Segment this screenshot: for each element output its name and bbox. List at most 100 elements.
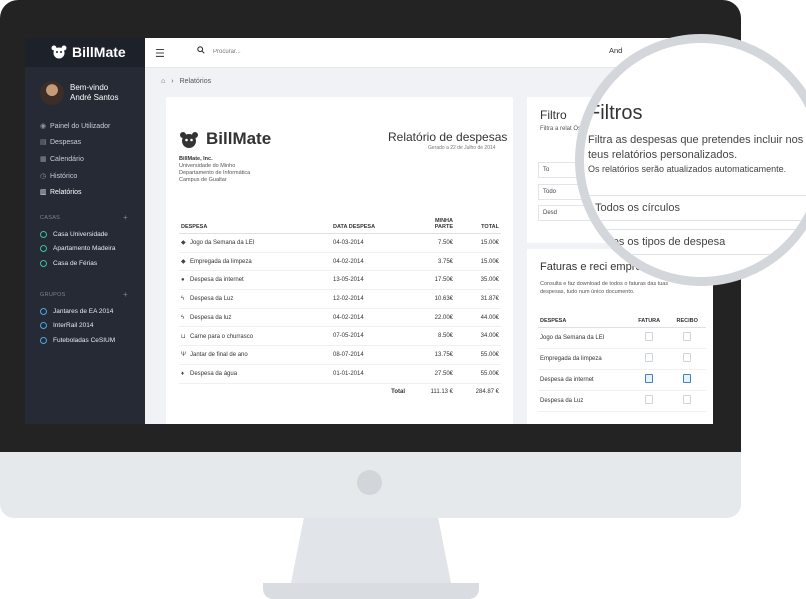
monitor-stand	[291, 518, 451, 583]
home-icon[interactable]: ⌂	[161, 78, 165, 85]
download-document-icon[interactable]	[683, 374, 692, 383]
expense-name: Jogo da Semana da LEI	[190, 240, 255, 247]
sidebar-group-item[interactable]: Jantares de EA 2014	[40, 305, 144, 317]
table-row: ◆ Empregada da limpeza 04-02-2014 3.75€ 1…	[179, 252, 501, 272]
document-icon	[683, 353, 692, 362]
expense-total: 34.00€	[455, 326, 501, 347]
sidebar-item-reports[interactable]: ▥ Relatórios	[40, 186, 140, 198]
circle-icon	[40, 321, 47, 329]
search-icon[interactable]	[197, 46, 205, 54]
welcome-block: Bem-vindo André Santos	[70, 83, 118, 103]
receipt-icon: ▤	[40, 139, 47, 146]
bolt-icon: ϟ	[181, 295, 185, 302]
sidebar-item-history[interactable]: ◷ Histórico	[40, 170, 140, 182]
expense-share: 22.00€	[407, 308, 455, 328]
expense-share: 10.63€	[407, 289, 455, 309]
house-label: Apartamento Madeira	[53, 244, 116, 252]
house-label: Casa de Férias	[53, 259, 98, 267]
circle-icon	[40, 259, 47, 267]
document-icon	[683, 332, 692, 341]
expense-share: 13.75€	[407, 345, 455, 365]
dashboard-icon: ◉	[40, 123, 47, 130]
add-group-icon[interactable]: +	[123, 290, 128, 299]
col-expense: DESPESA	[179, 215, 331, 234]
cart-icon: ⊔	[181, 333, 186, 340]
expense-share: 3.75€	[407, 252, 455, 272]
address-line: Departamento de Informática	[179, 170, 251, 176]
expense-share: 7.50€	[407, 233, 455, 253]
circle-icon	[40, 307, 47, 315]
monitor-foot	[263, 583, 479, 599]
expense-table: DESPESA DATA DESPESA MINHA PARTE TOTAL ◆…	[179, 215, 501, 401]
table-row: Empregada da limpeza	[538, 348, 706, 370]
breadcrumb-current: Relatórios	[179, 78, 212, 85]
add-house-icon[interactable]: +	[123, 213, 128, 222]
expense-total: 44.00€	[455, 308, 501, 328]
invoice-expense-name: Empregada da limpeza	[538, 348, 630, 370]
sidebar-item-label: Calendário	[50, 155, 84, 163]
expense-date: 01-01-2014	[331, 364, 407, 384]
group-label: InterRail 2014	[53, 321, 94, 329]
company-name: BillMate, Inc.	[179, 156, 213, 162]
sidebar-item-calendar[interactable]: ▦ Calendário	[40, 153, 140, 165]
expense-share: 8.50€	[407, 326, 455, 347]
menu-icon[interactable]: ☰	[155, 47, 165, 60]
filters-description: Filtra as despesas que pretendes incluir…	[588, 134, 804, 161]
sidebar-item-dashboard[interactable]: ◉ Painel do Utilizador	[40, 120, 140, 132]
expense-date: 04-02-2014	[331, 308, 407, 328]
table-row: ● Despesa da internet 13-05-2014 17.50€ 3…	[179, 270, 501, 291]
expense-name: Despesa da água	[190, 370, 238, 377]
table-row: Despesa da Luz	[538, 390, 706, 412]
expense-total: 15.00€	[455, 252, 501, 272]
sidebar-item-label: Despesas	[50, 138, 82, 146]
tag-icon: ◆	[181, 240, 186, 247]
invoice-expense-name: Jogo da Semana da LEI	[538, 327, 630, 349]
expense-date: 08-07-2014	[331, 345, 407, 365]
circle-icon	[40, 244, 47, 252]
houses-section-label: CASAS	[40, 215, 61, 221]
table-header-row: DESPESA DATA DESPESA MINHA PARTE TOTAL	[179, 215, 501, 234]
circle-select[interactable]: Todos os círculos	[586, 195, 806, 221]
expense-name: Jantar de final de ano	[190, 351, 248, 358]
circle-icon	[40, 336, 47, 344]
col-total: TOTAL	[455, 215, 501, 234]
expense-name: Carne para o churrasco	[190, 333, 254, 340]
sidebar-item-expenses[interactable]: ▤ Despesas	[40, 136, 140, 148]
invoice-expense-name: Despesa da internet	[538, 369, 630, 391]
welcome-label: Bem-vindo	[70, 83, 109, 92]
sidebar-group-item[interactable]: InterRail 2014	[40, 319, 144, 331]
expense-total: 15.00€	[455, 233, 501, 253]
monitor-logo	[357, 470, 382, 495]
tag-icon: ◆	[181, 259, 186, 266]
address-line: Universidade do Minho	[179, 163, 236, 169]
col-expense: DESPESA	[538, 315, 630, 328]
table-row: Despesa da internet	[538, 369, 706, 391]
bill-logo-icon	[51, 45, 67, 59]
bill-logo-icon	[180, 132, 198, 148]
history-icon: ◷	[40, 173, 47, 180]
app-logo[interactable]: BillMate	[72, 44, 126, 60]
total-label: Total	[391, 389, 405, 396]
search-input[interactable]	[213, 47, 353, 57]
col-date: DATA DESPESA	[331, 215, 407, 234]
groups-section-label: GRUPOS	[40, 292, 66, 298]
avatar[interactable]	[40, 81, 64, 105]
company-address: BillMate, Inc. Universidade do Minho Dep…	[179, 156, 250, 184]
sidebar-house-item[interactable]: Apartamento Madeira	[40, 242, 144, 254]
document-icon	[645, 332, 654, 341]
sidebar-house-item[interactable]: Casa Universidade	[40, 228, 144, 240]
expense-type-select[interactable]: Todos os tipos de despesa	[586, 229, 806, 255]
sidebar-house-item[interactable]: Casa de Férias	[40, 257, 144, 269]
expense-name: Despesa da luz	[190, 314, 232, 321]
sidebar-group-item[interactable]: Futeboladas CeSIUM	[40, 334, 144, 346]
expense-date: 07-05-2014	[331, 326, 407, 347]
breadcrumb-separator: ›	[171, 78, 174, 85]
expense-name: Despesa da internet	[190, 277, 244, 284]
table-row: ⊔ Carne para o churrasco 07-05-2014 8.50€…	[179, 326, 501, 347]
expense-total: 55.00€	[455, 364, 501, 384]
report-icon: ▥	[40, 189, 47, 196]
download-document-icon[interactable]	[645, 374, 654, 383]
table-header-row: DESPESA FATURA RECIBO	[538, 315, 706, 328]
total-share: 111.13 €	[430, 389, 453, 396]
cutlery-icon: Ψ	[181, 351, 187, 358]
